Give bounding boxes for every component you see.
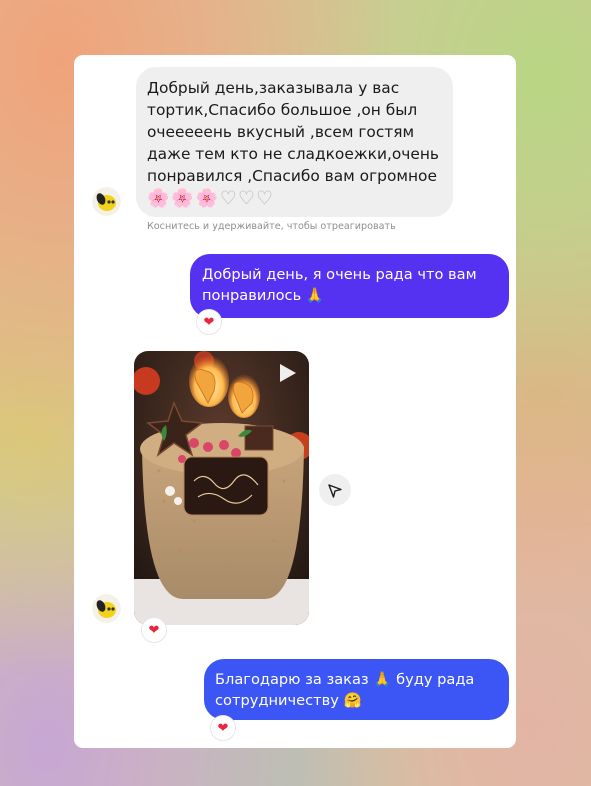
avatar[interactable] — [92, 594, 121, 623]
incoming-message-bubble[interactable]: Добрый день,заказывала у вас тортик,Спас… — [136, 67, 453, 217]
reaction-hint-text: Коснитесь и удерживайте, чтобы отреагиро… — [147, 221, 396, 232]
outgoing-message-text: Добрый день, я очень рада что вам понрав… — [202, 266, 477, 304]
outgoing-message-text: Благодарю за заказ 🙏 буду рада сотруднич… — [215, 671, 475, 709]
heart-icon: ❤ — [217, 720, 229, 736]
outgoing-message-bubble[interactable]: Благодарю за заказ 🙏 буду рада сотруднич… — [204, 659, 509, 720]
incoming-message-text: Добрый день,заказывала у вас тортик,Спас… — [147, 79, 439, 185]
avatar[interactable] — [92, 187, 121, 216]
cake-video-thumbnail — [134, 351, 309, 625]
lemon-avatar-icon — [92, 187, 121, 216]
heart-reaction[interactable]: ❤ — [196, 309, 222, 335]
heart-reaction[interactable]: ❤ — [141, 617, 167, 643]
video-message[interactable] — [134, 351, 309, 625]
outgoing-message-bubble[interactable]: Добрый день, я очень рада что вам понрав… — [190, 254, 509, 318]
send-button[interactable] — [319, 474, 351, 506]
white-hearts-emoji: ♥♥♥ — [220, 188, 275, 210]
play-icon[interactable] — [275, 361, 299, 385]
emoji-row: 🌸🌸🌸♥♥♥ — [147, 187, 443, 211]
lemon-avatar-icon — [92, 594, 121, 623]
send-icon — [328, 484, 342, 498]
flower-emojis: 🌸🌸🌸 — [147, 188, 221, 209]
heart-icon: ❤ — [148, 622, 160, 638]
heart-icon: ❤ — [203, 314, 215, 330]
heart-reaction[interactable]: ❤ — [210, 715, 236, 741]
